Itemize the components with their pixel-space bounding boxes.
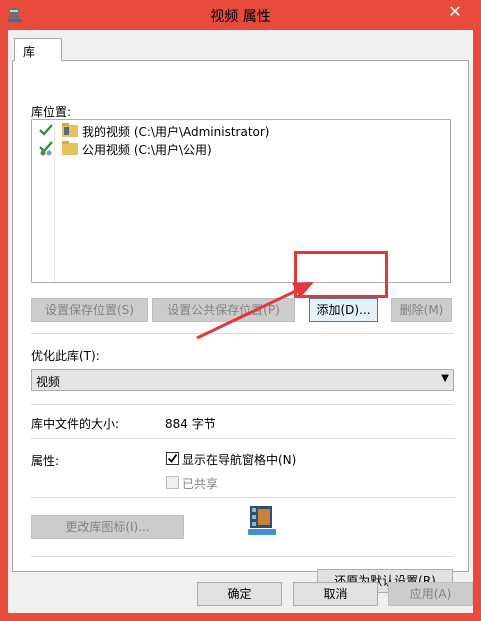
tab-library[interactable]: 库 bbox=[14, 38, 62, 61]
properties-window: 视频 属性 ✕ 库 库位置: 我的视频 (C:\用户\Administrator… bbox=[0, 0, 481, 621]
annotation-arrow bbox=[196, 282, 314, 340]
